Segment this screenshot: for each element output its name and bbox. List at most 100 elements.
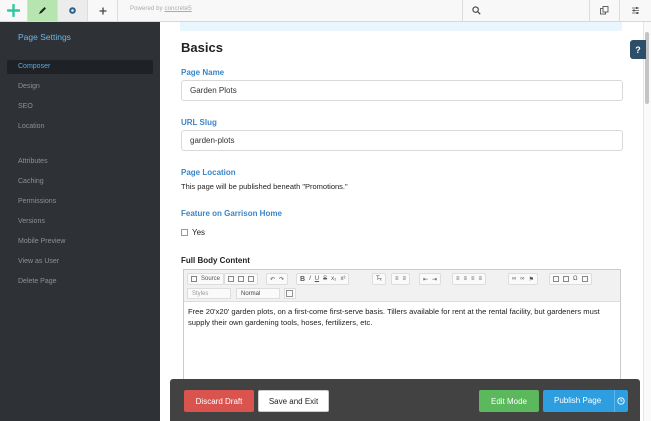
gear-icon: [69, 7, 76, 14]
top-toolbar: Powered by concrete5: [0, 0, 651, 22]
sidebar-item-view-as-user[interactable]: View as User: [18, 258, 59, 265]
sidebar-title: Page Settings: [18, 32, 71, 42]
numbered-list-icon[interactable]: ≡: [395, 276, 399, 282]
indent-icon[interactable]: ⇥: [432, 276, 437, 283]
publish-divider: [614, 390, 615, 412]
sidebar-item-attributes[interactable]: Attributes: [18, 158, 48, 165]
publish-page-label: Publish Page: [554, 396, 602, 405]
anchor-flag-icon[interactable]: ⚑: [529, 276, 534, 283]
table-icon[interactable]: [563, 276, 569, 282]
clipboard-group[interactable]: [224, 273, 258, 285]
composer-panel: Basics Page Name Garden Plots URL Slug g…: [160, 22, 643, 421]
unlink-icon[interactable]: ∞: [520, 276, 524, 282]
align-left-icon[interactable]: ≡: [456, 276, 460, 282]
plus-icon: [99, 7, 106, 14]
undo-icon[interactable]: ↶: [270, 276, 275, 283]
list-group[interactable]: ≡ ≡: [391, 273, 411, 285]
page-title: Basics: [181, 40, 223, 55]
editor-toolbar: Source ↶ ↷ B I U S x₂ x² T̶ₓ ≡ ≡ ⇤ ⇥ ≡ ≡…: [184, 270, 620, 302]
sidebar-item-seo[interactable]: SEO: [18, 103, 33, 110]
bullet-list-icon[interactable]: ≡: [403, 276, 407, 282]
search-icon: [472, 6, 481, 15]
page-name-input[interactable]: Garden Plots: [181, 80, 623, 101]
snippet-icon[interactable]: [581, 276, 588, 282]
body-content-label: Full Body Content: [181, 256, 250, 265]
page-settings-button[interactable]: [58, 0, 88, 21]
edit-page-button[interactable]: [28, 0, 58, 21]
url-slug-label: URL Slug: [181, 118, 217, 127]
italic-icon[interactable]: I: [309, 276, 311, 282]
dashboard-button[interactable]: [620, 0, 651, 21]
concrete5-link[interactable]: concrete5: [164, 6, 191, 12]
feature-label: Feature on Garrison Home: [181, 209, 282, 218]
link-group[interactable]: ∞ ∞ ⚑: [508, 273, 538, 285]
powered-by-prefix: Powered by: [130, 6, 163, 12]
copy-icon[interactable]: [238, 276, 244, 282]
format-select-value: Normal: [241, 291, 261, 297]
underline-icon[interactable]: U: [315, 276, 319, 282]
clear-format-icon: T̶ₓ: [376, 276, 382, 282]
discard-draft-button[interactable]: Discard Draft: [184, 390, 254, 412]
indent-group[interactable]: ⇤ ⇥: [419, 273, 442, 285]
sliders-icon: [632, 7, 639, 14]
clear-format-button[interactable]: T̶ₓ: [372, 273, 386, 285]
help-icon: ?: [635, 44, 641, 55]
publish-page-button[interactable]: Publish Page: [543, 390, 628, 412]
concrete5-logo-button[interactable]: [0, 0, 28, 21]
schedule-clock-icon[interactable]: [617, 397, 625, 405]
add-content-button[interactable]: [88, 0, 118, 21]
pencil-icon: [39, 7, 46, 14]
text-style-group[interactable]: B I U S x₂ x²: [296, 273, 350, 285]
sidebar-item-caching[interactable]: Caching: [18, 178, 44, 185]
feature-yes-label: Yes: [192, 228, 206, 237]
maximize-icon: [286, 290, 293, 297]
sidebar-item-design[interactable]: Design: [18, 83, 40, 90]
cut-icon[interactable]: [228, 276, 234, 282]
outdent-icon[interactable]: ⇤: [423, 276, 428, 283]
sidebar-item-location[interactable]: Location: [18, 123, 44, 130]
help-button[interactable]: ?: [630, 40, 646, 59]
sidebar-item-versions[interactable]: Versions: [18, 218, 45, 225]
special-char-icon[interactable]: Ω: [573, 276, 578, 282]
sidebar-item-permissions[interactable]: Permissions: [18, 198, 56, 205]
align-center-icon[interactable]: ≡: [464, 276, 468, 282]
page-location-text: This page will be published beneath "Pro…: [181, 182, 348, 191]
url-slug-input[interactable]: garden-plots: [181, 130, 623, 151]
superscript-icon[interactable]: x²: [340, 276, 345, 282]
intelligent-search-button[interactable]: [590, 0, 620, 21]
sidebar-item-composer[interactable]: Composer: [18, 63, 50, 70]
editor-content[interactable]: Free 20'x20' garden plots, on a first-co…: [188, 306, 616, 328]
source-icon: [191, 276, 197, 282]
strike-icon[interactable]: S: [323, 276, 327, 282]
plus-logo-icon: [7, 4, 20, 17]
maximize-button[interactable]: [284, 288, 296, 299]
styles-select[interactable]: Styles: [187, 288, 231, 299]
format-select[interactable]: Normal: [236, 288, 280, 299]
sidebar-item-delete-page[interactable]: Delete Page: [18, 278, 57, 285]
insert-group[interactable]: Ω: [549, 273, 592, 285]
edit-mode-button[interactable]: Edit Mode: [479, 390, 539, 412]
align-group[interactable]: ≡ ≡ ≡ ≡: [452, 273, 487, 285]
redo-icon[interactable]: ↷: [279, 276, 284, 283]
top-strip: [180, 22, 622, 31]
save-and-exit-button[interactable]: Save and Exit: [258, 390, 329, 412]
copy-icon: [600, 6, 609, 15]
feature-yes-checkbox[interactable]: [181, 229, 188, 236]
link-icon[interactable]: ∞: [512, 276, 516, 282]
page-name-label: Page Name: [181, 68, 225, 77]
bold-icon[interactable]: B: [300, 276, 305, 283]
page-location-label: Page Location: [181, 168, 236, 177]
sidebar-item-mobile-preview[interactable]: Mobile Preview: [18, 238, 65, 245]
subscript-icon[interactable]: x₂: [331, 276, 336, 282]
powered-by-text: Powered by concrete5: [130, 6, 192, 12]
page-settings-sidebar: Page Settings Composer Design SEO Locati…: [0, 22, 160, 421]
source-button[interactable]: Source: [187, 273, 225, 285]
justify-icon[interactable]: ≡: [479, 276, 483, 282]
image-icon[interactable]: [553, 276, 559, 282]
composer-action-bar: Discard Draft Save and Exit Edit Mode Pu…: [170, 379, 640, 421]
paste-icon[interactable]: [248, 276, 254, 282]
history-group[interactable]: ↶ ↷: [266, 273, 289, 285]
search-field[interactable]: [462, 0, 590, 21]
align-right-icon[interactable]: ≡: [471, 276, 475, 282]
source-label: Source: [201, 276, 221, 282]
